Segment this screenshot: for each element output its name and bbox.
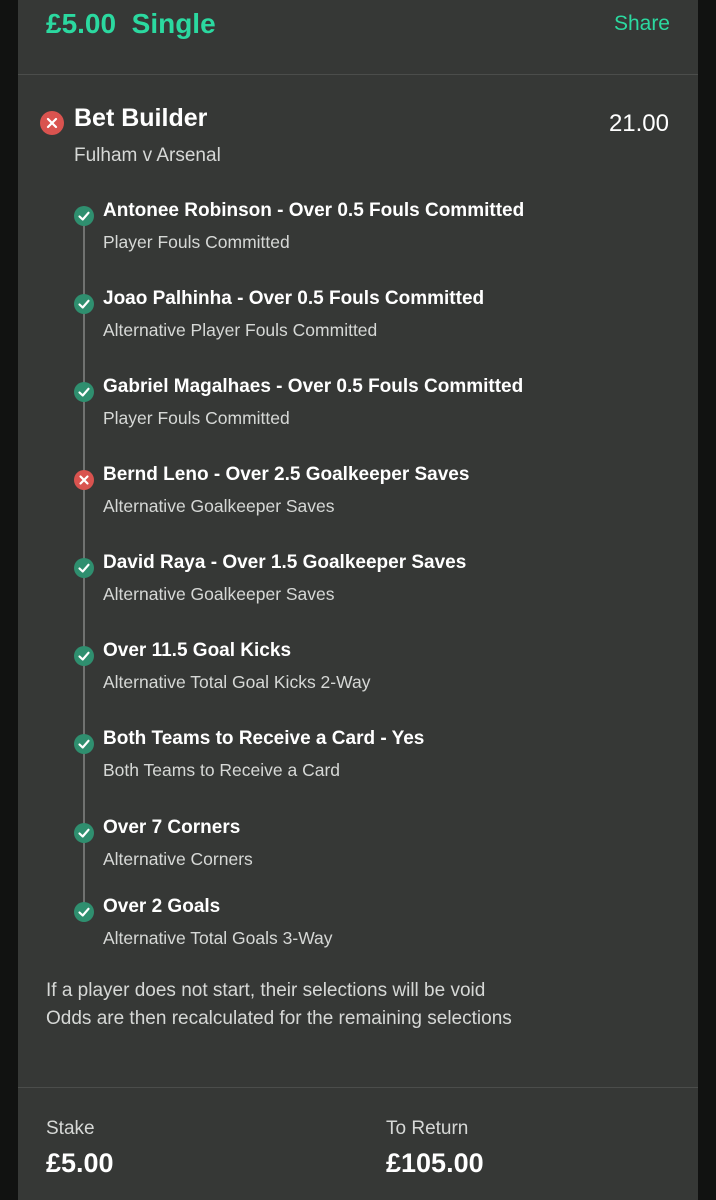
leg-item: Over 11.5 Goal Kicks Alternative Total Go…	[18, 640, 698, 700]
leg-item: Over 7 Corners Alternative Corners	[18, 817, 698, 877]
stake-label: Stake	[46, 1118, 95, 1139]
bet-type: Single	[131, 8, 216, 39]
check-icon	[74, 206, 94, 226]
check-icon	[74, 734, 94, 754]
fixture-name: Fulham v Arsenal	[74, 145, 221, 166]
void-note-line-2: Odds are then recalculated for the remai…	[46, 1008, 512, 1029]
leg-market: Alternative Total Goal Kicks 2-Way	[103, 672, 371, 692]
leg-item: Bernd Leno - Over 2.5 Goalkeeper Saves Al…	[18, 464, 698, 524]
footer-divider	[18, 1087, 698, 1088]
lost-icon	[40, 111, 64, 135]
check-icon	[74, 558, 94, 578]
leg-selection: Over 11.5 Goal Kicks	[103, 640, 292, 661]
leg-item: Antonee Robinson - Over 0.5 Fouls Commit…	[18, 200, 698, 260]
bet-title: £5.00 Single	[46, 8, 216, 40]
leg-market: Alternative Player Fouls Committed	[103, 320, 378, 340]
leg-selection: David Raya - Over 1.5 Goalkeeper Saves	[103, 552, 467, 573]
leg-market: Alternative Goalkeeper Saves	[103, 584, 335, 604]
leg-market: Alternative Total Goals 3-Way	[103, 928, 333, 948]
leg-item: Both Teams to Receive a Card - Yes Both T…	[18, 728, 698, 788]
leg-item: Gabriel Magalhaes - Over 0.5 Fouls Commi…	[18, 376, 698, 436]
return-value: £105.00	[386, 1148, 484, 1178]
share-button[interactable]: Share	[614, 12, 670, 36]
leg-selection: Both Teams to Receive a Card - Yes	[103, 728, 425, 749]
check-icon	[74, 902, 94, 922]
leg-item: Over 2 Goals Alternative Total Goals 3-Wa…	[18, 896, 698, 956]
bet-card: £5.00 Single Share Bet Builder 21.00 Ful…	[18, 0, 698, 1200]
leg-item: Joao Palhinha - Over 0.5 Fouls Committed…	[18, 288, 698, 348]
leg-market: Player Fouls Committed	[103, 232, 290, 252]
leg-item: David Raya - Over 1.5 Goalkeeper Saves Al…	[18, 552, 698, 612]
stake-value: £5.00	[46, 1148, 114, 1178]
leg-market: Alternative Goalkeeper Saves	[103, 496, 335, 516]
leg-selection: Gabriel Magalhaes - Over 0.5 Fouls Commi…	[103, 376, 524, 397]
leg-selection: Antonee Robinson - Over 0.5 Fouls Commit…	[103, 200, 525, 221]
void-note-line-1: If a player does not start, their select…	[46, 980, 486, 1001]
leg-selection: Bernd Leno - Over 2.5 Goalkeeper Saves	[103, 464, 470, 485]
bet-header: £5.00 Single Share	[18, 0, 698, 75]
leg-market: Both Teams to Receive a Card	[103, 760, 341, 780]
leg-market: Alternative Corners	[103, 849, 253, 869]
void-note: If a player does not start, their select…	[46, 977, 512, 1033]
bet-builder-title: Bet Builder	[74, 104, 208, 132]
check-icon	[74, 294, 94, 314]
return-label: To Return	[386, 1118, 469, 1139]
bet-odds: 21.00	[608, 110, 669, 137]
header-stake-amount: £5.00	[46, 8, 117, 39]
check-icon	[74, 646, 94, 666]
check-icon	[74, 823, 94, 843]
leg-selection: Over 2 Goals	[103, 896, 221, 917]
cross-icon	[74, 470, 94, 490]
check-icon	[74, 382, 94, 402]
leg-selection: Joao Palhinha - Over 0.5 Fouls Committed	[103, 288, 485, 309]
leg-selection: Over 7 Corners	[103, 817, 241, 838]
leg-market: Player Fouls Committed	[103, 408, 290, 428]
